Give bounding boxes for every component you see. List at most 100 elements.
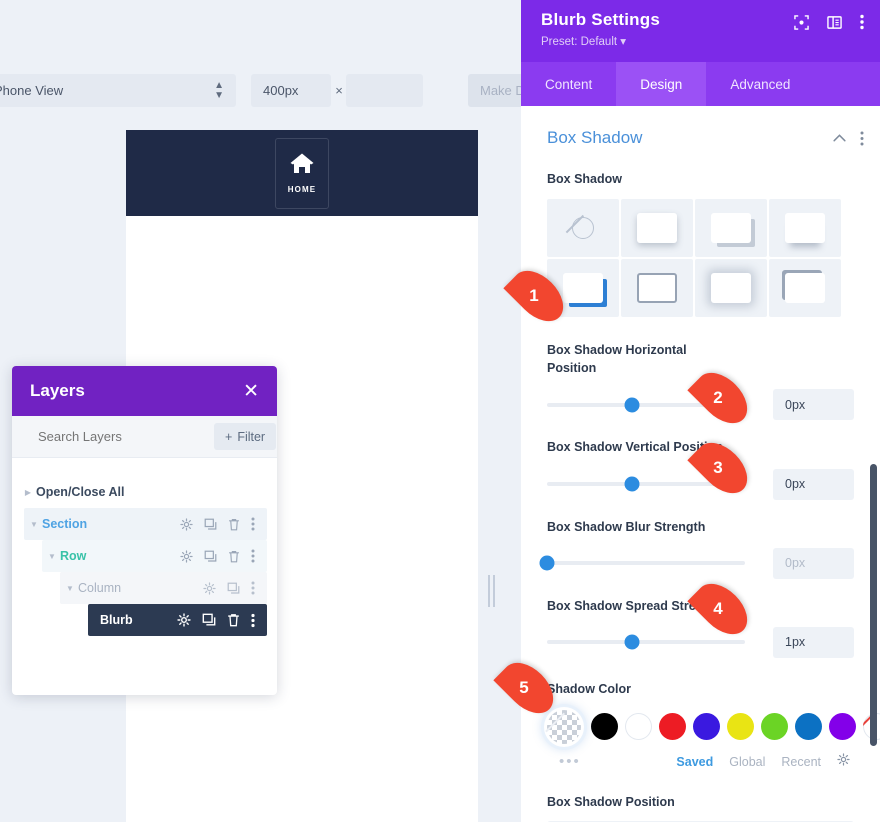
box-shadow-section-header[interactable]: Box Shadow xyxy=(521,106,880,148)
preset-thumb xyxy=(637,273,677,304)
spread-strength-value[interactable]: 1px xyxy=(773,626,854,658)
step-badge-4: 4 xyxy=(687,574,757,644)
layers-panel-title: Layers xyxy=(30,381,85,400)
responsive-toolbar: Phone View ▲ ▼ 400px × Make Def xyxy=(0,74,578,108)
focus-icon[interactable] xyxy=(794,14,809,30)
slider-handle[interactable] xyxy=(624,634,640,650)
horizontal-position-value[interactable]: 0px xyxy=(773,389,854,421)
more-icon[interactable] xyxy=(860,14,864,30)
more-icon[interactable] xyxy=(251,549,255,563)
caret-down-icon: ▾ xyxy=(620,36,627,48)
swatch-green[interactable] xyxy=(761,713,788,741)
trash-icon[interactable] xyxy=(228,550,240,563)
chevron-down-icon[interactable]: ▼ xyxy=(44,552,60,561)
duplicate-icon[interactable] xyxy=(204,518,217,531)
layer-row-column[interactable]: ▼ Column xyxy=(60,572,267,604)
swatch-teal-blue[interactable] xyxy=(795,713,822,741)
viewport-height-input[interactable] xyxy=(346,74,423,107)
slider-handle[interactable] xyxy=(539,555,555,571)
preset-outline[interactable] xyxy=(621,259,693,318)
duplicate-icon[interactable] xyxy=(227,582,240,595)
layer-row-row[interactable]: ▼ Row xyxy=(42,540,267,572)
spread-strength-slider[interactable]: 1px xyxy=(547,626,854,658)
swatch-yellow[interactable] xyxy=(727,713,754,741)
more-colors-icon[interactable]: ••• xyxy=(547,754,581,769)
step-badge-3: 3 xyxy=(687,433,757,503)
more-icon[interactable] xyxy=(251,613,255,628)
dimension-separator: × xyxy=(335,83,343,98)
layer-row-blurb[interactable]: Blurb xyxy=(88,604,267,636)
tab-content[interactable]: Content xyxy=(521,62,616,106)
preview-blurb-module[interactable]: HOME xyxy=(275,137,329,209)
tab-global[interactable]: Global xyxy=(729,755,765,769)
preset-hard-offset[interactable] xyxy=(695,199,767,258)
preset-none[interactable] xyxy=(547,199,619,258)
preset-corner-outline[interactable] xyxy=(769,259,841,318)
slider-handle[interactable] xyxy=(624,397,640,413)
box-shadow-presets xyxy=(547,199,854,318)
settings-tabs: Content Design Advanced xyxy=(521,62,880,106)
more-icon[interactable] xyxy=(860,131,864,146)
chevron-down-icon[interactable]: ▼ xyxy=(62,584,78,593)
duplicate-icon[interactable] xyxy=(204,550,217,563)
preset-thumb xyxy=(785,213,825,244)
canvas-resize-handle[interactable] xyxy=(484,573,498,609)
gear-icon[interactable] xyxy=(177,613,191,627)
preset-selector[interactable]: Preset: Default ▾ xyxy=(541,34,862,48)
chevron-updown-icon: ▲ ▼ xyxy=(214,79,224,101)
layer-label: Row xyxy=(60,549,87,563)
swatch-purple[interactable] xyxy=(829,713,856,741)
blur-strength-label: Box Shadow Blur Strength xyxy=(547,519,706,534)
blur-strength-slider[interactable]: 0px xyxy=(539,547,854,579)
slider-track[interactable] xyxy=(539,555,745,571)
slider-track[interactable] xyxy=(547,634,745,650)
slider-handle[interactable] xyxy=(624,476,640,492)
duplicate-icon[interactable] xyxy=(202,613,216,627)
badge-number: 5 xyxy=(519,678,529,697)
trash-icon[interactable] xyxy=(227,613,240,627)
settings-scrollbar[interactable] xyxy=(870,464,877,746)
close-icon[interactable]: ✕ xyxy=(243,382,259,401)
preview-section[interactable]: HOME xyxy=(126,130,478,216)
tab-saved[interactable]: Saved xyxy=(676,755,713,769)
tab-design[interactable]: Design xyxy=(616,62,707,106)
chevron-right-icon[interactable]: ▶ xyxy=(20,488,36,497)
swatch-blue[interactable] xyxy=(693,713,720,741)
vertical-position-value[interactable]: 0px xyxy=(773,468,854,500)
blur-strength-value[interactable]: 0px xyxy=(773,547,854,579)
swatch-red[interactable] xyxy=(659,713,686,741)
gear-icon[interactable] xyxy=(180,549,193,563)
preview-blurb-title: HOME xyxy=(287,185,317,194)
trash-icon[interactable] xyxy=(228,518,240,531)
search-input[interactable] xyxy=(38,429,214,444)
preset-deep-bottom[interactable] xyxy=(769,199,841,258)
chevron-up-icon[interactable] xyxy=(833,134,846,142)
swatch-transparent-selected[interactable] xyxy=(547,709,581,744)
layers-tree: ▶ Open/Close All ▼ Section ▼ Row ▼ Colum… xyxy=(12,458,277,636)
swatch-black[interactable] xyxy=(591,713,618,741)
open-close-all-row[interactable]: ▶ Open/Close All xyxy=(12,476,277,508)
gear-icon[interactable] xyxy=(180,517,193,531)
layer-row-section[interactable]: ▼ Section xyxy=(24,508,267,540)
more-icon[interactable] xyxy=(251,517,255,531)
layout-icon[interactable] xyxy=(827,15,842,30)
preset-glow[interactable] xyxy=(695,259,767,318)
layer-label: Column xyxy=(78,581,122,595)
preset-soft-bottom[interactable] xyxy=(621,199,693,258)
swatch-white[interactable] xyxy=(625,713,652,741)
gear-icon[interactable] xyxy=(837,753,850,771)
tab-advanced[interactable]: Advanced xyxy=(706,62,814,106)
chevron-down-icon[interactable]: ▼ xyxy=(26,520,42,529)
view-mode-value: Phone View xyxy=(0,83,64,98)
layer-actions xyxy=(177,613,267,628)
more-icon[interactable] xyxy=(251,581,255,595)
filter-button[interactable]: + Filter xyxy=(214,423,277,450)
tab-recent[interactable]: Recent xyxy=(781,755,821,769)
step-badge-2: 2 xyxy=(687,363,757,433)
step-badge-5: 5 xyxy=(493,653,563,723)
gear-icon[interactable] xyxy=(203,581,216,595)
layer-actions xyxy=(180,517,267,531)
view-mode-select[interactable]: Phone View ▲ ▼ xyxy=(0,74,236,107)
viewport-width-input[interactable]: 400px xyxy=(251,74,331,107)
box-shadow-position-field: Box Shadow Position Outer Shadow ▲▼ xyxy=(521,793,880,822)
